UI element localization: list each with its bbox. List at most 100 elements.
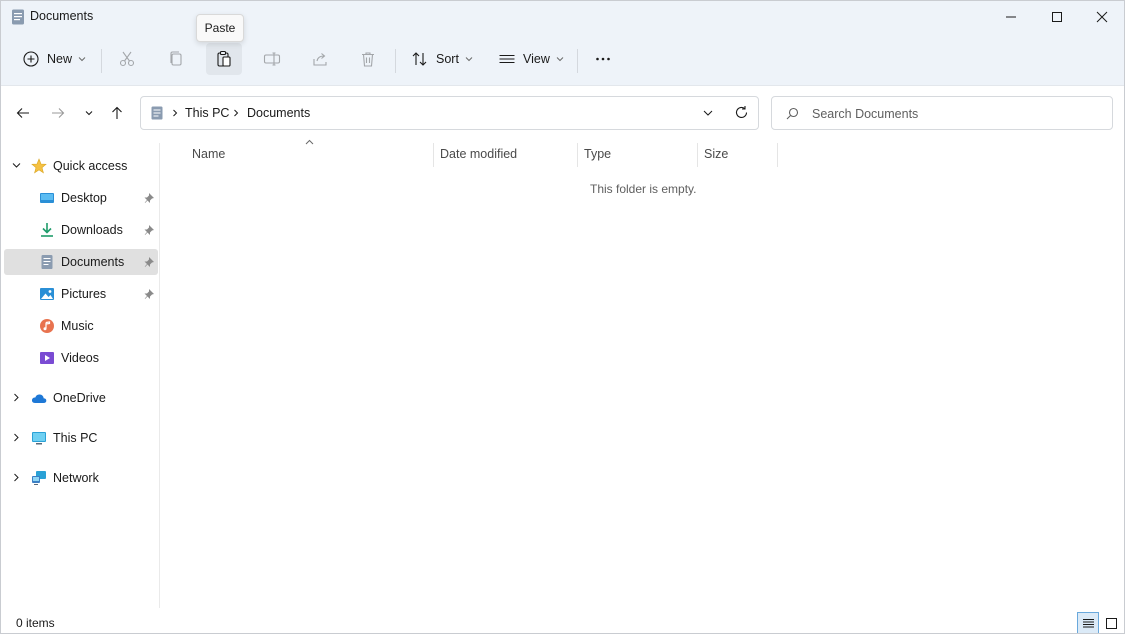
delete-button[interactable]	[354, 43, 382, 75]
chevron-down-icon[interactable]	[12, 161, 21, 170]
sidebar-item-label: Quick access	[53, 159, 128, 173]
breadcrumb-documents[interactable]: Documents	[247, 106, 310, 120]
large-icons-view-button[interactable]	[1100, 612, 1122, 633]
paste-tooltip: Paste	[196, 14, 244, 42]
status-bar: 0 items	[1, 609, 1124, 633]
more-horizontal-icon	[596, 57, 610, 61]
search-box[interactable]	[771, 96, 1113, 130]
refresh-icon[interactable]	[734, 105, 749, 120]
sidebar-item-label: Pictures	[61, 287, 107, 301]
chevron-right-icon	[173, 109, 178, 117]
sidebar-item-quick-access[interactable]: Quick access	[4, 153, 158, 179]
chevron-down-icon	[465, 57, 473, 62]
minimize-button[interactable]	[988, 1, 1034, 33]
sort-icon	[412, 52, 427, 66]
arrow-right-icon	[52, 108, 65, 118]
maximize-button[interactable]	[1034, 1, 1080, 33]
navigation-pane: Quick access Desktop Downloads Documents…	[1, 143, 160, 608]
sidebar-item-network[interactable]: Network	[4, 465, 158, 491]
sidebar-item-label: Desktop	[61, 191, 107, 205]
view-list-icon	[499, 54, 515, 64]
copy-button[interactable]	[162, 43, 190, 75]
column-header-size[interactable]: Size	[704, 139, 776, 167]
sidebar-item-desktop[interactable]: Desktop	[4, 185, 158, 211]
details-view-button[interactable]	[1077, 612, 1099, 633]
sidebar-item-label: Network	[53, 471, 99, 485]
column-header-name[interactable]: Name	[192, 139, 432, 167]
sidebar-item-this-pc[interactable]: This PC	[4, 425, 158, 451]
star-icon	[31, 158, 47, 174]
forward-button[interactable]	[48, 103, 68, 123]
more-options-button[interactable]	[588, 43, 618, 75]
videos-icon	[40, 352, 54, 364]
search-icon	[786, 107, 799, 120]
computer-icon	[32, 432, 46, 445]
sort-button[interactable]: Sort	[405, 43, 479, 75]
minimize-icon	[1006, 16, 1016, 18]
documents-folder-icon	[12, 9, 24, 25]
sidebar-item-videos[interactable]: Videos	[4, 345, 158, 371]
chevron-down-icon	[78, 57, 86, 62]
details-view-icon	[1082, 618, 1094, 627]
column-divider[interactable]	[697, 143, 698, 167]
pictures-icon	[40, 288, 54, 300]
item-count: 0 items	[16, 616, 55, 630]
new-button-label: New	[47, 52, 73, 66]
file-explorer-window: Documents New Sort View Paste This PC Do…	[0, 0, 1125, 634]
pin-icon	[144, 289, 154, 299]
command-bar: New Sort View	[1, 39, 1124, 79]
arrow-left-icon	[16, 108, 29, 118]
sidebar-item-documents[interactable]: Documents	[4, 249, 158, 275]
column-divider[interactable]	[433, 143, 434, 167]
recent-locations-button[interactable]	[79, 103, 99, 123]
chevron-down-icon	[556, 57, 564, 62]
network-icon	[32, 471, 46, 485]
toolbar-separator	[395, 49, 396, 73]
plus-circle-icon	[23, 51, 39, 67]
pin-icon	[144, 193, 154, 203]
chevron-right-icon[interactable]	[12, 393, 21, 402]
sidebar-item-label: Videos	[61, 351, 99, 365]
column-header-date-modified[interactable]: Date modified	[440, 139, 576, 167]
cloud-icon	[31, 394, 47, 403]
sidebar-item-label: Documents	[61, 255, 125, 269]
address-bar[interactable]: This PC Documents	[140, 96, 759, 130]
pin-icon	[144, 257, 154, 267]
column-divider[interactable]	[777, 143, 778, 167]
documents-icon	[41, 255, 53, 269]
download-icon	[41, 223, 53, 237]
up-button[interactable]	[107, 103, 127, 123]
sidebar-item-downloads[interactable]: Downloads	[4, 217, 158, 243]
sidebar-item-pictures[interactable]: Pictures	[4, 281, 158, 307]
chevron-right-icon[interactable]	[12, 433, 21, 442]
chevron-right-icon[interactable]	[12, 473, 21, 482]
chevron-down-icon[interactable]	[702, 107, 714, 119]
empty-folder-message: This folder is empty.	[590, 182, 697, 196]
music-icon	[40, 319, 54, 333]
sidebar-item-onedrive[interactable]: OneDrive	[4, 385, 158, 411]
title-bar[interactable]: Documents	[1, 1, 1124, 33]
share-button[interactable]	[306, 43, 334, 75]
paste-button[interactable]	[206, 43, 242, 75]
new-button[interactable]: New	[16, 43, 92, 75]
sidebar-item-music[interactable]: Music	[4, 313, 158, 339]
share-icon	[313, 53, 327, 66]
toolbar-separator	[577, 49, 578, 73]
rename-button[interactable]	[258, 43, 286, 75]
back-button[interactable]	[13, 103, 33, 123]
file-list: Name Date modified Type Size This folder…	[161, 139, 1124, 609]
close-icon	[1096, 11, 1108, 23]
close-button[interactable]	[1079, 1, 1124, 33]
view-button[interactable]: View	[492, 43, 570, 75]
column-divider[interactable]	[577, 143, 578, 167]
chevron-down-icon	[85, 111, 93, 116]
large-icons-view-icon	[1105, 617, 1117, 629]
cut-button[interactable]	[113, 43, 141, 75]
window-chrome: Documents New Sort View Paste	[1, 1, 1124, 86]
column-header-type[interactable]: Type	[584, 139, 696, 167]
copy-icon	[170, 51, 182, 66]
maximize-icon	[1052, 12, 1062, 22]
navigation-bar: This PC Documents	[1, 87, 1124, 139]
breadcrumb-this-pc[interactable]: This PC	[185, 106, 229, 120]
search-input[interactable]	[812, 104, 1102, 124]
